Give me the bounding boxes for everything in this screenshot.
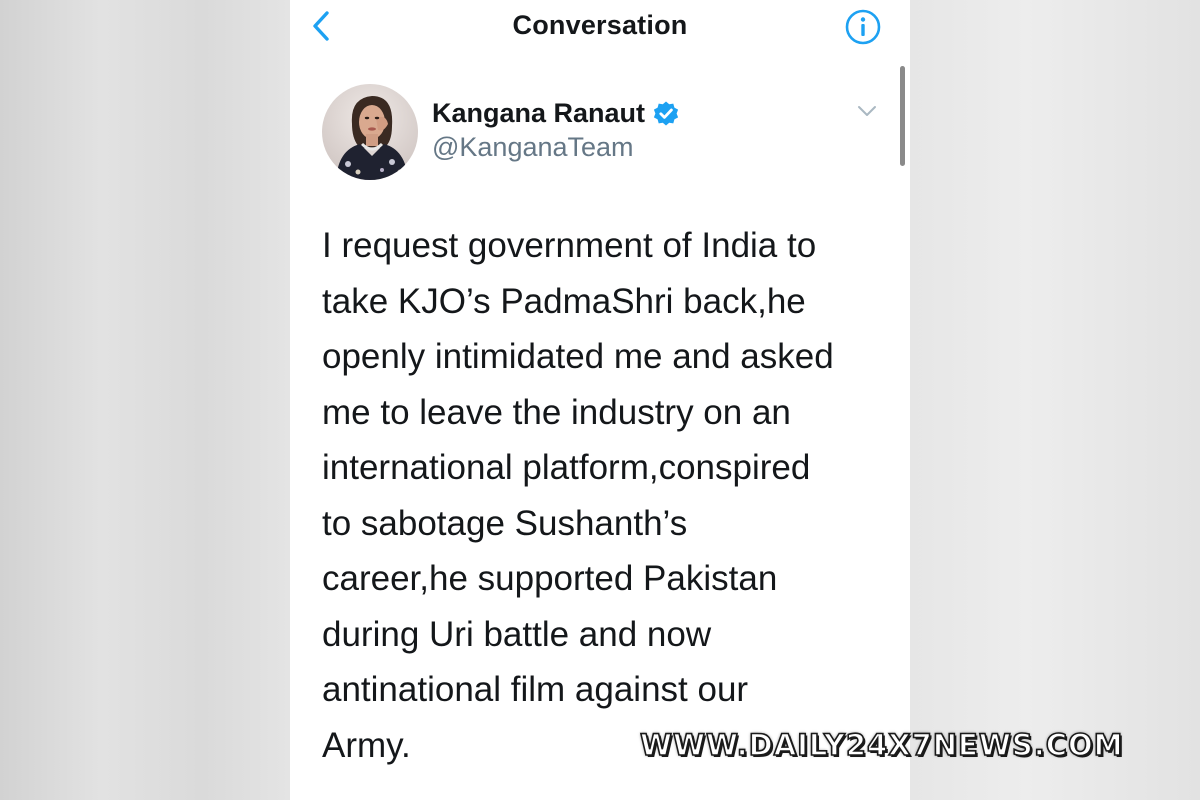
background-left [0, 0, 290, 800]
author-handle[interactable]: @KanganaTeam [432, 132, 634, 163]
scrollbar[interactable] [900, 66, 905, 166]
author-name: Kangana Ranaut [432, 98, 646, 128]
navigation-bar: Conversation [290, 0, 910, 52]
background-right [910, 0, 1200, 800]
info-button[interactable] [844, 8, 882, 46]
tweet-options-button[interactable] [856, 102, 878, 120]
watermark-text: WWW.DAILY24X7NEWS.COM [639, 727, 1124, 763]
profile-photo [322, 84, 418, 180]
info-icon [845, 9, 881, 45]
chevron-down-icon [858, 106, 876, 116]
verified-badge-icon [653, 101, 679, 125]
tweet-text: I request government of India to take KJ… [322, 226, 834, 765]
page-title: Conversation [512, 10, 688, 40]
avatar[interactable] [322, 84, 418, 180]
author-name-row[interactable]: Kangana Ranaut [432, 98, 680, 129]
phone-screen: Conversation Kangana Ranaut @KanganaTeam… [290, 0, 910, 800]
